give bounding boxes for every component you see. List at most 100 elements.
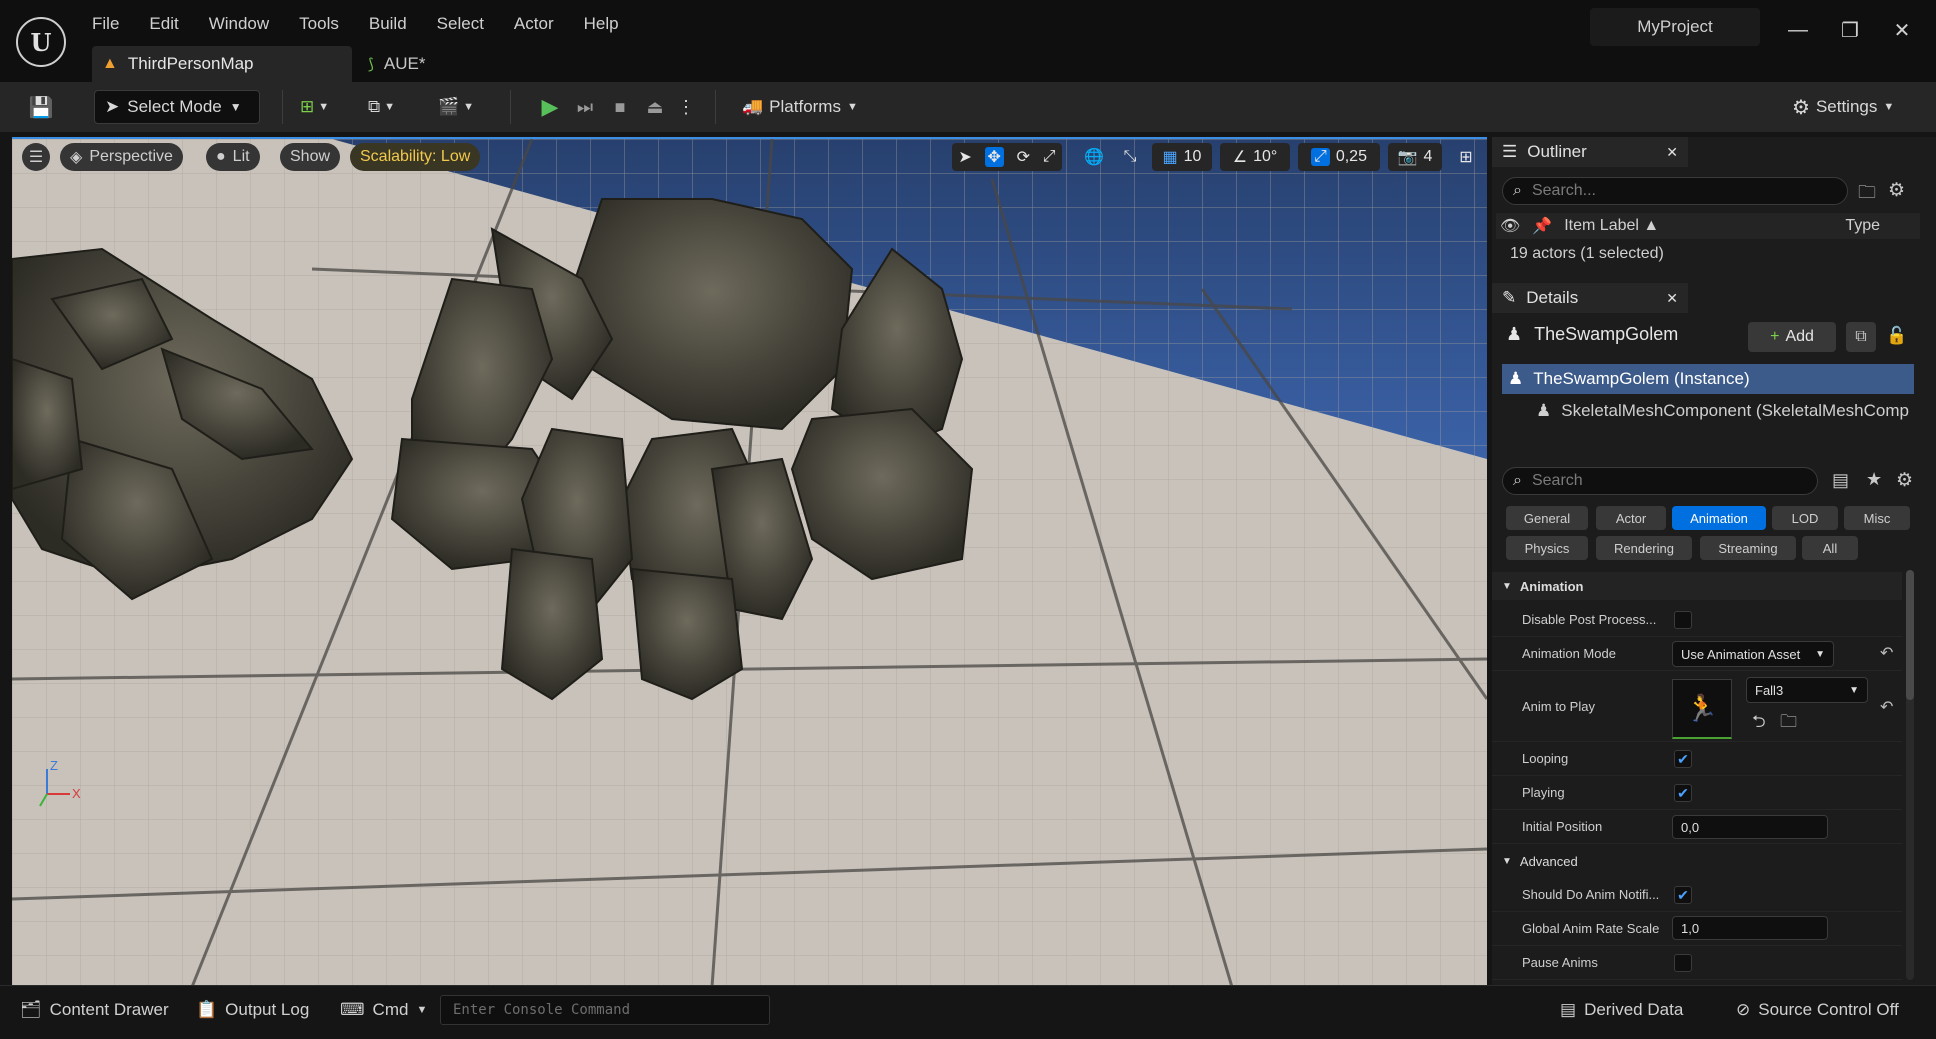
move-icon[interactable]: ✥ — [984, 147, 1004, 167]
derived-data-button[interactable]: ▤ Derived Data — [1560, 992, 1683, 1028]
component-instance-row[interactable]: ♟ TheSwampGolem (Instance) — [1502, 364, 1914, 394]
tab-third-person-map[interactable]: ▲ ThirdPersonMap — [92, 46, 352, 82]
menu-file[interactable]: File — [92, 14, 135, 34]
animation-thumbnail[interactable]: 🏃 — [1672, 679, 1732, 739]
console-input[interactable]: Enter Console Command — [440, 995, 770, 1025]
output-log-button[interactable]: 📋 Output Log — [196, 992, 309, 1028]
cinematics-button[interactable]: 🎬 ▼ — [438, 90, 484, 124]
play-icon[interactable]: ▶ — [530, 90, 570, 124]
star-icon[interactable]: ★ — [1866, 469, 1882, 490]
category-animation[interactable]: Animation — [1672, 506, 1766, 530]
menu-select[interactable]: Select — [437, 14, 500, 34]
source-control-button[interactable]: ⊘ Source Control Off — [1736, 992, 1899, 1028]
select-mode-dropdown[interactable]: ➤ Select Mode ▼ — [94, 90, 260, 124]
scalability-warning[interactable]: Scalability: Low — [350, 143, 481, 171]
pin-icon[interactable]: 📌 — [1532, 216, 1552, 236]
reset-arrow-icon[interactable]: ↶ — [1880, 697, 1893, 717]
gear-icon[interactable]: ⚙ — [1888, 179, 1905, 202]
category-streaming[interactable]: Streaming — [1700, 536, 1796, 560]
component-skeletal-row[interactable]: ♟ SkeletalMeshComponent (SkeletalMeshCom… — [1536, 396, 1914, 426]
rotation-snap-button[interactable]: ∠ 10° — [1220, 143, 1290, 171]
menu-actor[interactable]: Actor — [514, 14, 570, 34]
stop-icon[interactable]: ■ — [605, 90, 635, 124]
global-rate-input[interactable]: 1,0 — [1672, 916, 1828, 940]
save-icon[interactable]: 💾 — [26, 90, 56, 124]
chevron-down-icon: ▼ — [1883, 101, 1895, 113]
details-search-input[interactable]: ⌕ Search — [1502, 467, 1818, 495]
scale-icon[interactable]: ⤢ — [1043, 148, 1056, 166]
playing-checkbox[interactable]: ✔ — [1674, 784, 1692, 802]
cmd-dropdown[interactable]: ⌨ Cmd ▼ — [340, 992, 427, 1028]
details-scrollbar[interactable] — [1906, 570, 1914, 980]
add-actor-button[interactable]: ⊞ ▼ — [300, 90, 346, 124]
category-lod[interactable]: LOD — [1772, 506, 1838, 530]
select-arrow-icon[interactable]: ➤ — [958, 147, 971, 167]
menu-edit[interactable]: Edit — [149, 14, 194, 34]
viewport-menu-icon[interactable]: ☰ — [22, 143, 50, 171]
minimize-icon[interactable]: — — [1778, 12, 1818, 48]
show-button[interactable]: Show — [280, 143, 341, 171]
category-all[interactable]: All — [1802, 536, 1858, 560]
layout-grid-icon[interactable]: ⊞ — [1452, 143, 1480, 171]
menu-tools[interactable]: Tools — [299, 14, 355, 34]
menu-help[interactable]: Help — [584, 14, 635, 34]
reset-arrow-icon[interactable]: ↶ — [1880, 643, 1893, 663]
lit-button[interactable]: ● Lit — [206, 143, 260, 171]
scale-snap-button[interactable]: ⤢ 0,25 — [1298, 143, 1380, 171]
section-animation[interactable]: ▼ Animation — [1492, 572, 1902, 600]
details-tab[interactable]: ✎ Details ✕ — [1492, 283, 1688, 313]
category-actor[interactable]: Actor — [1596, 506, 1666, 530]
column-item-label[interactable]: Item Label ▲ — [1564, 217, 1659, 235]
add-component-button[interactable]: + Add — [1748, 322, 1836, 352]
settings-dropdown[interactable]: ⚙ Settings ▼ — [1792, 90, 1894, 124]
menu-build[interactable]: Build — [369, 14, 423, 34]
table-view-icon[interactable]: ▤ — [1832, 470, 1849, 491]
outliner-search-input[interactable]: ⌕ Search... — [1502, 177, 1848, 205]
looping-checkbox[interactable]: ✔ — [1674, 750, 1692, 768]
gear-icon: ⚙ — [1792, 96, 1810, 119]
surface-snap-icon[interactable]: ⤡ — [1116, 143, 1144, 171]
level-viewport[interactable] — [12, 137, 1487, 987]
scrollbar-thumb[interactable] — [1906, 570, 1914, 700]
column-type[interactable]: Type — [1845, 217, 1880, 235]
category-misc[interactable]: Misc — [1844, 506, 1910, 530]
outliner-tab[interactable]: ☰ Outliner ✕ — [1492, 137, 1688, 167]
play-options-icon[interactable]: ⋮ — [677, 90, 695, 124]
perspective-button[interactable]: ◈ Perspective — [60, 143, 183, 171]
grid-snap-button[interactable]: ▦ 10 — [1152, 143, 1212, 171]
close-icon[interactable]: ✕ — [1666, 144, 1678, 161]
disable-post-checkbox[interactable] — [1674, 611, 1692, 629]
platforms-dropdown[interactable]: 🚚 Platforms ▼ — [742, 90, 858, 124]
eye-icon[interactable]: 👁 — [1500, 216, 1520, 236]
menu-window[interactable]: Window — [209, 14, 285, 34]
category-rendering[interactable]: Rendering — [1596, 536, 1692, 560]
category-general[interactable]: General — [1506, 506, 1588, 530]
content-drawer-button[interactable]: 🗂 Content Drawer — [20, 992, 169, 1028]
camera-speed-button[interactable]: 📷 4 — [1388, 143, 1442, 171]
lock-icon[interactable]: 🔓 — [1886, 326, 1907, 346]
unreal-logo[interactable]: U — [16, 17, 66, 67]
tab-aue[interactable]: ⟆ AUE* — [362, 46, 425, 82]
animation-mode-dropdown[interactable]: Use Animation Asset ▼ — [1672, 641, 1834, 667]
rotate-icon[interactable]: ⟳ — [1017, 147, 1030, 167]
section-advanced[interactable]: ▼ Advanced — [1492, 848, 1902, 874]
restore-icon[interactable]: ❐ — [1830, 12, 1870, 48]
gear-icon[interactable]: ⚙ — [1896, 469, 1913, 492]
blueprint-icon[interactable]: ⧉ — [1846, 322, 1876, 352]
step-icon[interactable]: ⏭ — [570, 90, 600, 124]
use-selected-icon[interactable]: ⮌ — [1752, 709, 1766, 738]
main-toolbar — [0, 82, 1936, 132]
blueprint-button[interactable]: ⧉ ▼ — [368, 90, 414, 124]
category-physics[interactable]: Physics — [1506, 536, 1588, 560]
close-icon[interactable]: ✕ — [1666, 290, 1678, 307]
initial-position-label: Initial Position — [1522, 819, 1603, 834]
world-space-icon[interactable]: 🌐 — [1080, 143, 1108, 171]
should-do-notify-checkbox[interactable]: ✔ — [1674, 886, 1692, 904]
add-folder-icon[interactable]: 🗀 — [1858, 180, 1876, 210]
eject-icon[interactable]: ⏏ — [640, 90, 670, 124]
close-window-icon[interactable]: ✕ — [1882, 12, 1922, 48]
browse-asset-icon[interactable]: 🗀 — [1780, 709, 1797, 738]
pause-anims-checkbox[interactable] — [1674, 954, 1692, 972]
initial-position-input[interactable]: 0,0 — [1672, 815, 1828, 839]
anim-asset-dropdown[interactable]: Fall3 ▼ — [1746, 677, 1868, 703]
